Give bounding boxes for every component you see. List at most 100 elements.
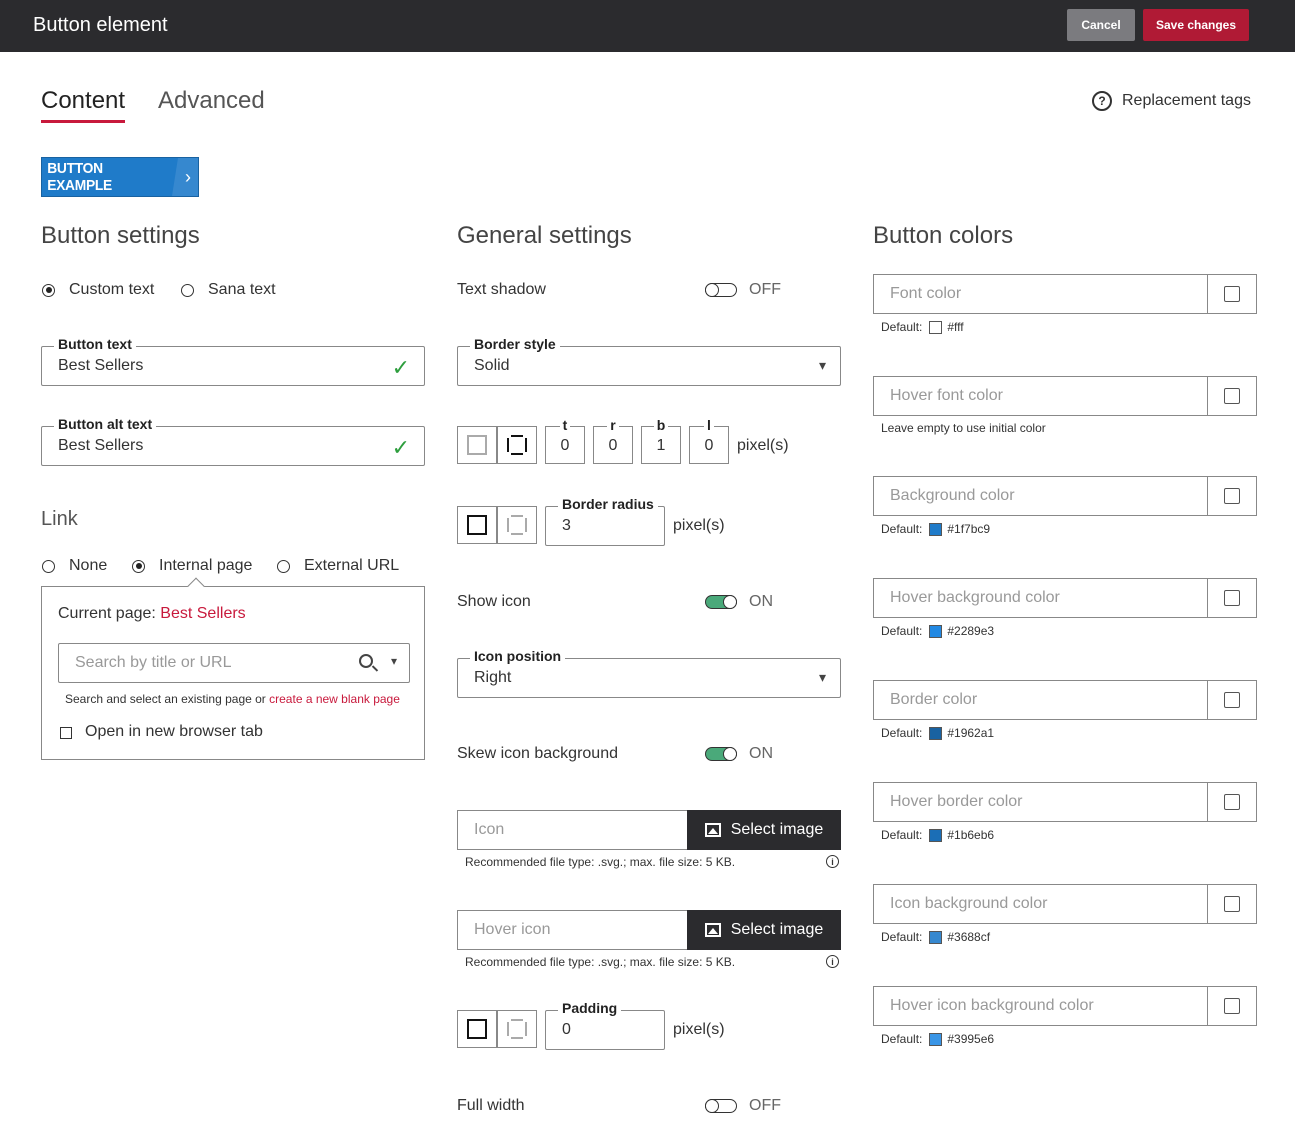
padding-legend: Padding bbox=[558, 1000, 622, 1016]
default-swatch bbox=[929, 1032, 943, 1046]
default-swatch bbox=[929, 522, 943, 536]
border-right-value: 0 bbox=[608, 437, 618, 454]
all-sides-icon bbox=[467, 1019, 487, 1039]
button-preview-label: BUTTON EXAMPLE bbox=[47, 160, 112, 194]
save-changes-button[interactable]: Save changes bbox=[1143, 9, 1249, 41]
hover-border-color-default-value: #1b6eb6 bbox=[947, 828, 995, 842]
info-icon[interactable]: i bbox=[826, 955, 839, 968]
color-picker-button[interactable] bbox=[1207, 783, 1256, 821]
radio-link-none[interactable]: None bbox=[42, 557, 107, 575]
color-picker-button[interactable] bbox=[1207, 477, 1256, 515]
padding-individual-sides-button[interactable] bbox=[497, 1010, 537, 1048]
background-color-default-value: #1f7bc9 bbox=[947, 522, 991, 536]
border-right-input[interactable]: r 0 bbox=[593, 417, 633, 464]
hover-icon-placeholder: Hover icon bbox=[474, 921, 551, 938]
active-tab-indicator bbox=[41, 120, 125, 123]
border-individual-sides-button[interactable] bbox=[497, 426, 537, 464]
hover-font-color-hint: Leave empty to use initial color bbox=[881, 421, 1046, 435]
border-top-value: 0 bbox=[560, 437, 570, 454]
padding-input[interactable]: Padding 0 bbox=[545, 1000, 665, 1050]
color-picker-button[interactable] bbox=[1207, 987, 1256, 1025]
border-color-input[interactable]: Border color bbox=[873, 680, 1257, 720]
hover-border-color-input[interactable]: Hover border color bbox=[873, 782, 1257, 822]
full-width-label: Full width bbox=[457, 1097, 525, 1114]
radius-individual-corners-button[interactable] bbox=[497, 506, 537, 544]
replacement-tags-link[interactable]: ? Replacement tags bbox=[1092, 91, 1251, 111]
border-left-input[interactable]: l 0 bbox=[689, 417, 729, 464]
border-radius-input[interactable]: Border radius 3 bbox=[545, 496, 665, 546]
hover-background-color-input[interactable]: Hover background color bbox=[873, 578, 1257, 618]
page-search-input[interactable]: Search by title or URL ▾ bbox=[58, 643, 410, 683]
skew-icon-toggle[interactable] bbox=[705, 746, 737, 761]
info-icon[interactable]: i bbox=[826, 855, 839, 868]
select-image-label: Select image bbox=[730, 921, 824, 938]
radio-custom-text[interactable]: Custom text bbox=[42, 281, 154, 299]
color-picker-button[interactable] bbox=[1207, 579, 1256, 617]
color-picker-button[interactable] bbox=[1207, 275, 1256, 313]
color-picker-button[interactable] bbox=[1207, 681, 1256, 719]
color-swatch-icon bbox=[1224, 286, 1240, 302]
current-page-link[interactable]: Best Sellers bbox=[160, 605, 245, 622]
select-image-label: Select image bbox=[730, 821, 824, 838]
color-picker-button[interactable] bbox=[1207, 377, 1256, 415]
hover-icon-background-color-input[interactable]: Hover icon background color bbox=[873, 986, 1257, 1026]
border-all-sides-button[interactable] bbox=[457, 426, 497, 464]
check-icon: ✓ bbox=[391, 435, 410, 460]
font-color-default: Default: #fff bbox=[881, 320, 964, 334]
background-color-input[interactable]: Background color bbox=[873, 476, 1257, 516]
full-width-toggle[interactable] bbox=[705, 1098, 737, 1113]
open-new-tab-checkbox[interactable] bbox=[60, 727, 72, 739]
button-text-field[interactable]: Button text Best Sellers ✓ bbox=[41, 336, 425, 386]
cancel-button[interactable]: Cancel bbox=[1067, 9, 1135, 41]
create-blank-page-link[interactable]: create a new blank page bbox=[269, 692, 400, 706]
hover-font-color-input[interactable]: Hover font color bbox=[873, 376, 1257, 416]
icon-position-select[interactable]: Icon position Right ▾ bbox=[457, 648, 841, 698]
default-swatch bbox=[929, 624, 943, 638]
hover-icon-file-input[interactable]: Hover icon Select image bbox=[457, 910, 841, 950]
individual-corners-icon bbox=[507, 515, 527, 535]
show-icon-toggle[interactable] bbox=[705, 594, 737, 609]
default-label: Default: bbox=[881, 624, 923, 638]
button-alt-text-field[interactable]: Button alt text Best Sellers ✓ bbox=[41, 416, 425, 466]
default-swatch bbox=[929, 320, 943, 334]
icon-background-color-input[interactable]: Icon background color bbox=[873, 884, 1257, 924]
default-label: Default: bbox=[881, 320, 923, 334]
border-style-select[interactable]: Border style Solid ▾ bbox=[457, 336, 841, 386]
color-swatch-icon bbox=[1224, 896, 1240, 912]
tab-content[interactable]: Content bbox=[41, 87, 125, 115]
radio-link-none-label: None bbox=[69, 557, 108, 574]
radio-sana-text-label: Sana text bbox=[208, 281, 276, 298]
search-icon bbox=[359, 654, 373, 668]
radio-link-external[interactable]: External URL bbox=[277, 557, 399, 575]
border-left-label: l bbox=[704, 417, 714, 433]
select-icon-image-button[interactable]: Select image bbox=[687, 810, 841, 850]
chevron-down-icon[interactable]: ▾ bbox=[391, 654, 397, 668]
border-bottom-label: b bbox=[653, 417, 669, 433]
default-label: Default: bbox=[881, 522, 923, 536]
background-color-placeholder: Background color bbox=[890, 487, 1015, 504]
color-swatch-icon bbox=[1224, 388, 1240, 404]
icon-file-input[interactable]: Icon Select image bbox=[457, 810, 841, 850]
show-icon-label: Show icon bbox=[457, 593, 531, 610]
hover-icon-background-color-default-value: #3995e6 bbox=[947, 1032, 995, 1046]
font-color-input[interactable]: Font color bbox=[873, 274, 1257, 314]
color-picker-button[interactable] bbox=[1207, 885, 1256, 923]
color-swatch-icon bbox=[1224, 794, 1240, 810]
radio-unchecked-icon bbox=[181, 283, 194, 297]
border-top-input[interactable]: t 0 bbox=[545, 417, 585, 464]
radius-all-corners-button[interactable] bbox=[457, 506, 497, 544]
border-radius-legend: Border radius bbox=[558, 496, 658, 512]
hover-icon-background-color-placeholder: Hover icon background color bbox=[890, 997, 1094, 1014]
hover-font-color-placeholder: Hover font color bbox=[890, 387, 1003, 404]
radio-link-internal[interactable]: Internal page bbox=[132, 557, 252, 575]
border-bottom-input[interactable]: b 1 bbox=[641, 417, 681, 464]
text-shadow-toggle[interactable] bbox=[705, 282, 737, 297]
radio-link-internal-label: Internal page bbox=[159, 557, 253, 574]
button-alt-text-legend: Button alt text bbox=[54, 416, 157, 432]
tab-advanced[interactable]: Advanced bbox=[158, 87, 265, 115]
padding-all-sides-button[interactable] bbox=[457, 1010, 497, 1048]
select-hover-icon-image-button[interactable]: Select image bbox=[687, 910, 841, 950]
individual-sides-icon bbox=[507, 435, 527, 455]
show-icon-state: ON bbox=[749, 593, 773, 610]
radio-sana-text[interactable]: Sana text bbox=[181, 281, 276, 299]
